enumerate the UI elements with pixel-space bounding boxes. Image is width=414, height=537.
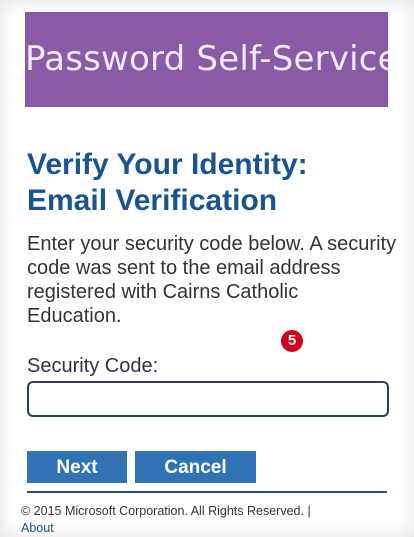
footer-separator: | xyxy=(307,504,311,518)
cancel-button[interactable]: Cancel xyxy=(135,451,256,483)
security-code-label: Security Code: xyxy=(27,355,159,377)
footer-divider xyxy=(27,491,387,493)
page-title-line1: Verify Your Identity: xyxy=(27,148,308,181)
next-button[interactable]: Next xyxy=(27,451,127,483)
instructions-text: Enter your security code below. A securi… xyxy=(27,233,397,327)
step-number-badge: 5 xyxy=(281,330,303,352)
copyright-text: © 2015 Microsoft Corporation. All Rights… xyxy=(21,504,304,518)
security-code-input[interactable] xyxy=(27,381,389,417)
page-title-line2: Email Verification xyxy=(27,184,278,217)
header-banner: Password Self-Service xyxy=(25,12,388,107)
page-title: Verify Your Identity: Email Verification xyxy=(27,147,397,219)
about-link[interactable]: About xyxy=(21,521,54,535)
app-title: Password Self-Service xyxy=(25,39,388,79)
footer: © 2015 Microsoft Corporation. All Rights… xyxy=(21,503,391,537)
